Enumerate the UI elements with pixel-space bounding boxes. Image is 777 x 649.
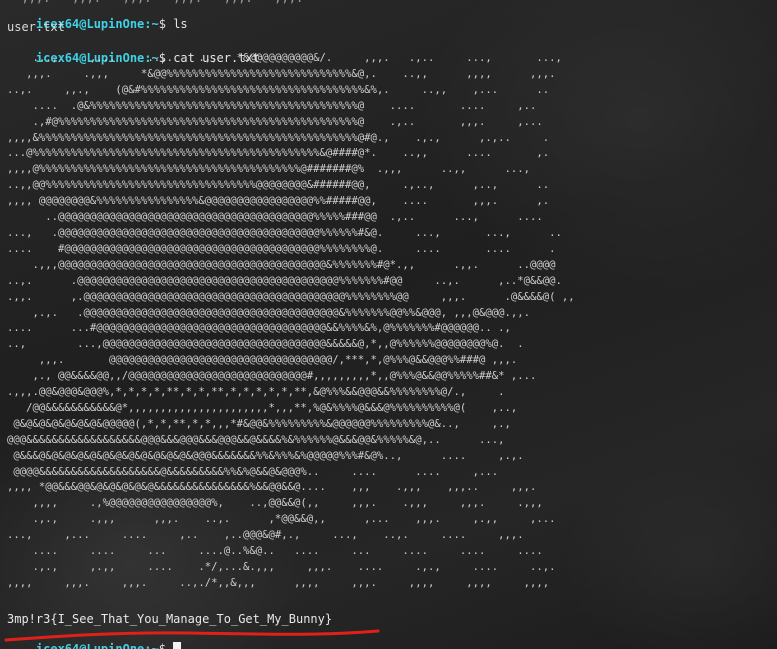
- prompt-path: :~: [144, 17, 159, 31]
- prompt-path: :~: [144, 642, 159, 649]
- ascii-art-bunny: ..., ,... ..,. .,, *&@@@@@@@@@@&/. ,,,. …: [7, 52, 575, 589]
- command-ls: ls: [165, 17, 188, 31]
- terminal-cursor[interactable]: [173, 642, 182, 649]
- flag-output: 3mp!r3{I_See_That_You_Manage_To_Get_My_B…: [7, 612, 333, 626]
- prompt-symbol: $: [158, 17, 166, 31]
- prompt-line-current: icex64@LupinOne:~$: [7, 628, 182, 649]
- prompt-user-host: icex64@LupinOne: [35, 642, 145, 649]
- prompt-symbol: $: [158, 642, 166, 649]
- ls-output: user.txt: [7, 20, 65, 34]
- terminal-window[interactable]: ,,,. ,,,. ,,,. ,,,. ,,,. ,,,. icex64@Lup…: [0, 0, 777, 649]
- prompt-line-cat: icex64@LupinOne:~$ cat user.txt: [7, 37, 260, 65]
- prompt-line-ls: icex64@LupinOne:~$ ls: [7, 3, 188, 31]
